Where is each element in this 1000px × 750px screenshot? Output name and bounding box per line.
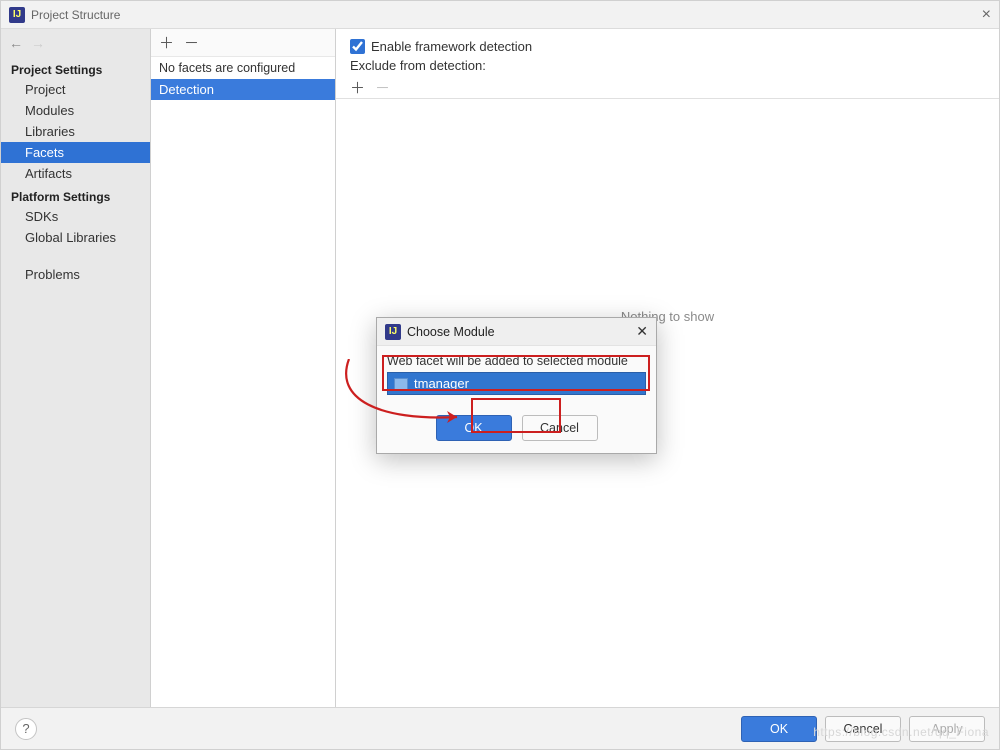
sidebar-item-libraries[interactable]: Libraries <box>1 121 150 142</box>
choose-module-close-icon[interactable]: ✕ <box>636 323 648 340</box>
sidebar-item-sdks[interactable]: SDKs <box>1 206 150 227</box>
choose-module-title: Choose Module <box>407 325 636 339</box>
sidebar-item-modules[interactable]: Modules <box>1 100 150 121</box>
choose-module-hint: Web facet will be added to selected modu… <box>387 354 646 372</box>
module-list-item-tmanager[interactable]: tmanager <box>387 372 646 395</box>
help-button[interactable]: ? <box>15 718 37 740</box>
sidebar-item-problems[interactable]: Problems <box>1 264 150 285</box>
app-icon: IJ <box>385 324 401 340</box>
exclude-toolbar: ＋ － <box>336 77 999 99</box>
nav-arrows: ← → <box>1 29 150 57</box>
watermark: https://blog.csdn.net/qq_Fiona <box>813 725 989 739</box>
project-structure-dialog: IJ Project Structure × ← → Project Setti… <box>0 0 1000 750</box>
choose-module-titlebar: IJ Choose Module ✕ <box>377 318 656 346</box>
choose-module-ok-button[interactable]: OK <box>436 415 512 441</box>
choose-module-dialog: IJ Choose Module ✕ Web facet will be add… <box>376 317 657 454</box>
facets-list-item-detection[interactable]: Detection <box>151 79 335 100</box>
sidebar-item-facets[interactable]: Facets <box>1 142 150 163</box>
facets-toolbar: ＋ － <box>151 29 335 57</box>
module-folder-icon <box>394 378 408 390</box>
sidebar: ← → Project Settings Project Modules Lib… <box>1 29 151 707</box>
sidebar-item-project[interactable]: Project <box>1 79 150 100</box>
facets-empty-msg: No facets are configured <box>151 57 335 79</box>
remove-facet-icon[interactable]: － <box>184 32 199 53</box>
ok-button[interactable]: OK <box>741 716 817 742</box>
nav-back-icon[interactable]: ← <box>9 35 23 51</box>
choose-module-cancel-button[interactable]: Cancel <box>522 415 598 441</box>
sidebar-item-global-libraries[interactable]: Global Libraries <box>1 227 150 248</box>
sidebar-section-platform-settings: Platform Settings <box>1 184 150 206</box>
sidebar-section-project-settings: Project Settings <box>1 57 150 79</box>
window-title: Project Structure <box>31 8 982 22</box>
nav-forward-icon: → <box>31 35 45 51</box>
titlebar: IJ Project Structure × <box>1 1 999 29</box>
add-facet-icon[interactable]: ＋ <box>159 32 174 53</box>
enable-framework-detection-label: Enable framework detection <box>371 39 532 54</box>
exclude-from-detection-label: Exclude from detection: <box>336 58 999 77</box>
close-icon[interactable]: × <box>982 6 991 24</box>
module-name: tmanager <box>414 376 469 391</box>
facets-list-panel: ＋ － No facets are configured Detection <box>151 29 336 707</box>
sidebar-item-artifacts[interactable]: Artifacts <box>1 163 150 184</box>
exclude-remove-icon: － <box>375 77 390 98</box>
app-icon: IJ <box>9 7 25 23</box>
enable-framework-detection-checkbox[interactable] <box>350 39 365 54</box>
exclude-add-icon[interactable]: ＋ <box>350 77 365 98</box>
